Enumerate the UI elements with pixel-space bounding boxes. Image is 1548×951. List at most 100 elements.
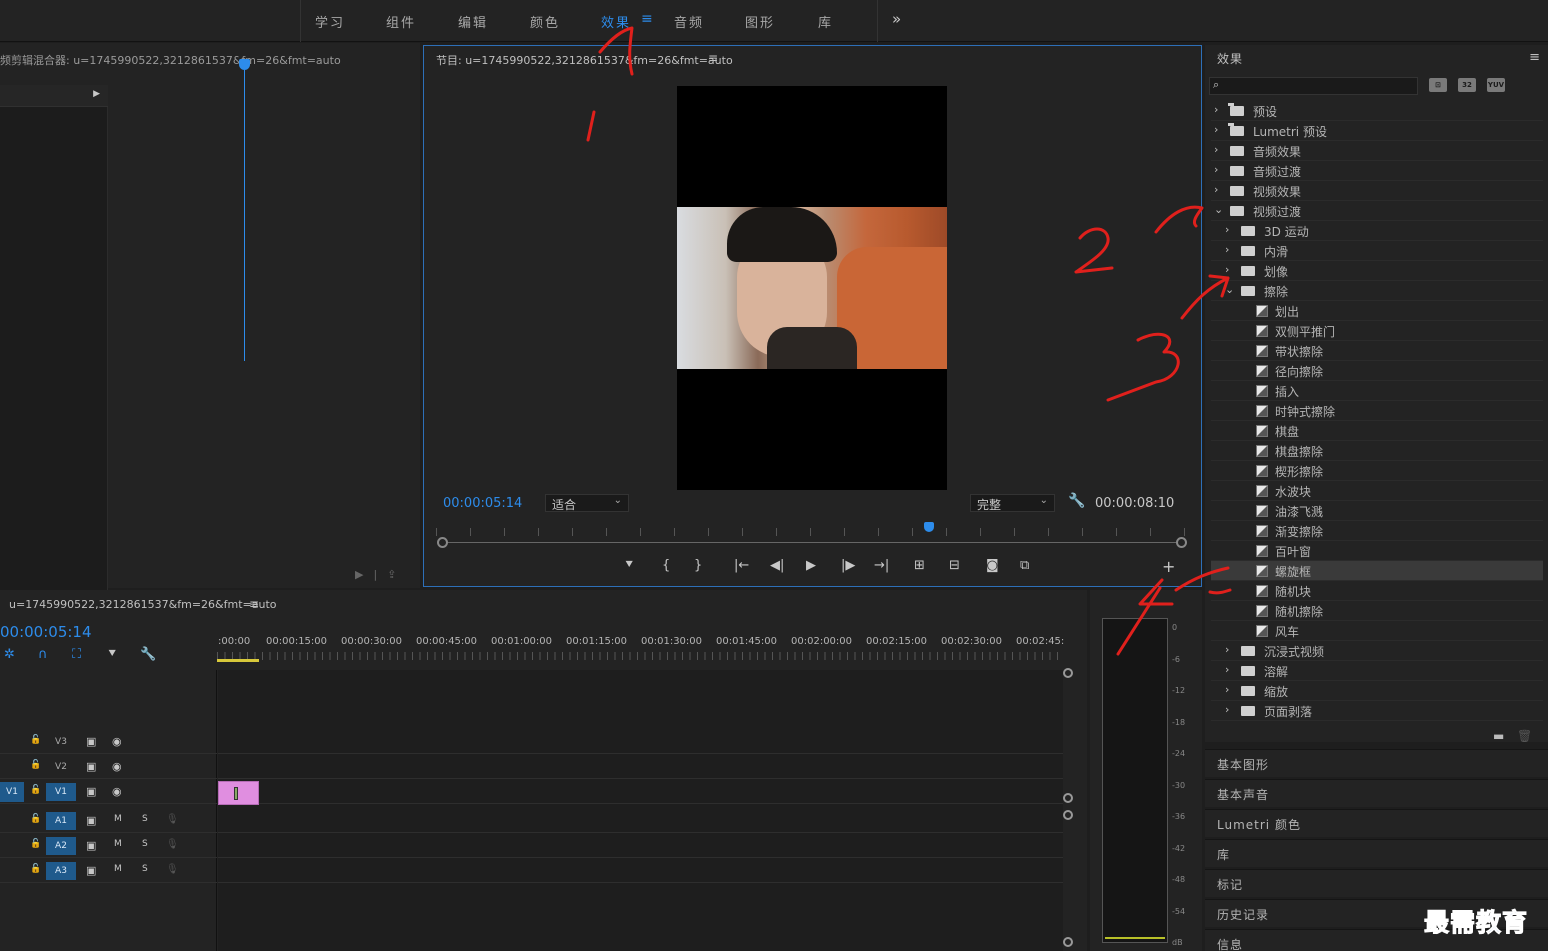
effects-tree-item[interactable]: 风车 [1211,621,1543,641]
hamburger-icon[interactable]: ≡ [249,597,259,611]
chevron-down-icon[interactable]: ⌄ [1214,203,1223,216]
track-name[interactable]: A3 [46,862,76,880]
chevron-down-icon[interactable]: ⌄ [1225,283,1234,296]
scrollbar-end-handle[interactable] [1176,537,1187,548]
microphone-icon[interactable]: 🎙 [166,814,179,825]
mark-in-icon[interactable]: { [662,558,670,573]
go-to-out-icon[interactable]: →| [874,558,889,573]
accelerated-effects-icon[interactable]: ⊡ [1429,78,1447,92]
track-name[interactable]: A1 [46,812,76,830]
play-triangle-icon[interactable]: ▶ [93,89,100,99]
export-icon[interactable]: ⇪ [387,568,406,581]
program-time-ruler[interactable] [436,524,1186,536]
double-chevron-right-icon[interactable]: » [892,10,901,28]
chevron-right-icon[interactable]: › [1214,123,1218,136]
chevron-right-icon[interactable]: › [1214,163,1218,176]
eye-icon[interactable]: ◉ [112,735,122,748]
sequence-title[interactable]: u=1745990522,3212861537&fm=26&fmt=auto [9,598,277,611]
lock-icon[interactable]: 🔓 [30,735,41,745]
playback-quality-select[interactable]: 完整 ⌄ [970,494,1055,512]
chevron-right-icon[interactable]: › [1225,643,1229,656]
track-name[interactable]: V3 [46,733,76,751]
play-icon[interactable]: ▶ [806,558,816,573]
effects-tree-item[interactable]: 随机块 [1211,581,1543,601]
go-to-in-icon[interactable]: |← [734,558,749,573]
wrench-icon[interactable]: 🔧 [1068,493,1085,509]
effects-tree-item[interactable]: › 划像 [1211,261,1543,281]
solo-button[interactable]: S [142,839,148,849]
program-playhead[interactable] [923,522,934,532]
track-name[interactable]: V1 [46,783,76,801]
effects-tree-item[interactable]: › 音频效果 [1211,141,1543,161]
collapsed-panel[interactable]: 基本图形 [1205,749,1548,777]
solo-button[interactable]: S [142,814,148,824]
effects-tree-item[interactable]: 油漆飞溅 [1211,501,1543,521]
effects-tree-item[interactable]: 划出 [1211,301,1543,321]
lock-icon[interactable]: 🔓 [30,839,41,849]
source-patch[interactable]: V1 [0,782,24,802]
timeline-playhead[interactable] [239,59,250,70]
step-forward-icon[interactable]: |▶ [841,558,855,573]
new-bin-icon[interactable]: ▬ [1493,729,1504,743]
mute-button[interactable]: M [114,864,122,874]
chevron-right-icon[interactable]: › [1214,143,1218,156]
zoom-fit-select[interactable]: 适合 ⌄ [545,494,629,512]
video-clip[interactable] [218,781,259,805]
chevron-right-icon[interactable]: › [1225,663,1229,676]
tab-libraries[interactable]: 库 [818,12,833,31]
chevron-right-icon[interactable]: › [1225,263,1229,276]
sync-lock-icon[interactable]: ▣ [86,785,96,798]
scrollbar-handle[interactable] [1063,793,1073,803]
chevron-right-icon[interactable]: › [1225,243,1229,256]
chevron-right-icon[interactable]: › [1225,683,1229,696]
work-area-bar[interactable] [217,659,259,662]
lock-icon[interactable]: 🔓 [30,760,41,770]
add-marker-icon[interactable]: ⯆ [107,647,117,662]
collapsed-panel[interactable]: 库 [1205,839,1548,867]
wrench-icon[interactable]: 🔧 [140,647,156,662]
sync-lock-icon[interactable]: ▣ [86,839,96,852]
current-timecode[interactable]: 00:00:05:14 [443,496,522,511]
tab-graphics[interactable]: 图形 [745,12,775,31]
plus-icon[interactable]: + [1162,557,1175,576]
eye-icon[interactable]: ◉ [112,785,122,798]
effects-tree-item[interactable]: 棋盘 [1211,421,1543,441]
effects-tree-item[interactable]: 时钟式擦除 [1211,401,1543,421]
hamburger-icon[interactable]: ≡ [641,11,653,27]
effects-tree-item[interactable]: 双侧平推门 [1211,321,1543,341]
32bit-icon[interactable]: 32 [1458,78,1476,92]
tab-editing[interactable]: 编辑 [458,12,488,31]
chevron-right-icon[interactable]: › [1214,183,1218,196]
camera-icon[interactable]: ◙ [986,558,999,573]
sync-lock-icon[interactable]: ▣ [86,814,96,827]
hamburger-icon[interactable]: ≡ [1529,50,1540,65]
effects-tree-item[interactable]: › 沉浸式视频 [1211,641,1543,661]
effects-tree-item[interactable]: › 音频过渡 [1211,161,1543,181]
collapsed-panel[interactable]: Lumetri 颜色 [1205,809,1548,837]
scrollbar-start-handle[interactable] [437,537,448,548]
snap-magnet-icon[interactable]: ∩ [38,647,48,662]
effects-tree-item[interactable]: 百叶窗 [1211,541,1543,561]
effects-tree-item[interactable]: 螺旋框 [1211,561,1543,581]
hamburger-icon[interactable]: ≡ [708,51,718,65]
compare-icon[interactable]: ⧉ [1020,558,1029,573]
effects-tree-item[interactable]: › Lumetri 预设 [1211,121,1543,141]
effects-search-input[interactable]: ⌕ [1209,77,1418,95]
track-area[interactable] [218,670,1063,951]
track-lane[interactable] [218,755,1063,779]
timeline-ruler[interactable]: :00:00 00:00:15:00 00:00:30:00 00:00:45:00 0… [217,630,1064,664]
add-marker-icon[interactable]: ⯆ [624,558,634,573]
effects-tree-item[interactable]: › 缩放 [1211,681,1543,701]
sync-lock-icon[interactable]: ▣ [86,735,96,748]
scrollbar-handle[interactable] [1063,668,1073,678]
effects-tree-item[interactable]: › 页面剥落 [1211,701,1543,721]
linked-selection-icon[interactable]: ⛶ [72,647,81,662]
lock-icon[interactable]: 🔓 [30,864,41,874]
effects-tree-item[interactable]: › 溶解 [1211,661,1543,681]
effects-tree-item[interactable]: 径向擦除 [1211,361,1543,381]
step-back-icon[interactable]: ◀| [770,558,784,573]
tab-effects[interactable]: 效果 [601,12,631,31]
nest-icon[interactable]: ✲ [4,647,15,662]
tab-color[interactable]: 颜色 [530,12,560,31]
tab-assembly[interactable]: 组件 [386,12,416,31]
